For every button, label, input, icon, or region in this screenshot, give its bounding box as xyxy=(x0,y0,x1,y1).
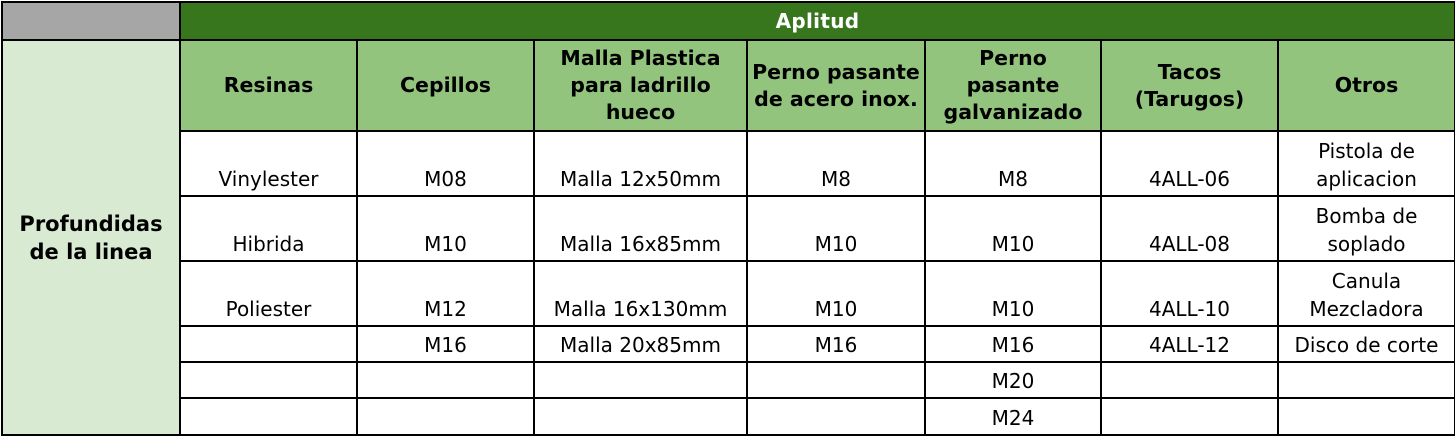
table-cell: 4ALL-06 xyxy=(1100,130,1279,197)
column-header: Otros xyxy=(1277,39,1455,132)
corner-cell xyxy=(1,1,181,41)
table-cell xyxy=(1277,361,1455,399)
column-header: Malla Plastica para ladrillo hueco xyxy=(533,39,748,132)
table-cell: M8 xyxy=(746,130,926,197)
table-cell xyxy=(746,361,926,399)
row-group-title: Profundidas de la linea xyxy=(1,39,181,436)
column-header: Tacos (Tarugos) xyxy=(1100,39,1279,132)
table-cell: M16 xyxy=(924,325,1102,363)
group-title: Aplitud xyxy=(179,1,1455,41)
table-cell xyxy=(1100,397,1279,436)
table-cell: M24 xyxy=(924,397,1102,436)
table-cell xyxy=(356,361,535,399)
table-cell: M10 xyxy=(924,260,1102,327)
table-cell: M10 xyxy=(746,260,926,327)
table-row: Poliester M12 Malla 16x130mm M10 M10 4ALL-10 C… xyxy=(2,260,1455,327)
table-row: Hibrida M10 Malla 16x85mm M10 M10 4ALL-08 Bomb… xyxy=(2,195,1455,262)
product-table: Aplitud Profundidas de la linea Resinas C… xyxy=(1,1,1455,436)
column-header: Cepillos xyxy=(356,39,535,132)
table-cell: Pistola de aplicacion xyxy=(1277,130,1455,197)
column-header: Perno pasante galvanizado xyxy=(924,39,1102,132)
table-cell xyxy=(746,397,926,436)
table-cell: M20 xyxy=(924,361,1102,399)
table-cell: M16 xyxy=(356,325,535,363)
table-cell: M10 xyxy=(924,195,1102,262)
table-cell: Malla 12x50mm xyxy=(533,130,748,197)
table-cell xyxy=(179,361,358,399)
table-row: M16 Malla 20x85mm M16 M16 4ALL-12 Disco de co… xyxy=(2,325,1455,363)
table-cell: Malla 20x85mm xyxy=(533,325,748,363)
table-cell: Malla 16x130mm xyxy=(533,260,748,327)
table-cell: M10 xyxy=(746,195,926,262)
table-row: Vinylester M08 Malla 12x50mm M8 M8 4ALL-06 Pis… xyxy=(2,130,1455,197)
table-cell xyxy=(179,325,358,363)
table-cell xyxy=(533,361,748,399)
table-cell: Malla 16x85mm xyxy=(533,195,748,262)
table-cell xyxy=(179,397,358,436)
column-header: Resinas xyxy=(179,39,358,132)
table-cell: M8 xyxy=(924,130,1102,197)
table-cell xyxy=(533,397,748,436)
table-row: M24 xyxy=(2,397,1455,436)
table-cell: Vinylester xyxy=(179,130,358,197)
table-cell: M08 xyxy=(356,130,535,197)
table-cell xyxy=(356,397,535,436)
table-cell: Poliester xyxy=(179,260,358,327)
table-cell xyxy=(1100,361,1279,399)
table-cell xyxy=(1277,397,1455,436)
table-cell: Disco de corte xyxy=(1277,325,1455,363)
table-cell: M10 xyxy=(356,195,535,262)
column-header: Perno pasante de acero inox. xyxy=(746,39,926,132)
table-cell: M16 xyxy=(746,325,926,363)
table-cell: 4ALL-08 xyxy=(1100,195,1279,262)
table-cell: Hibrida xyxy=(179,195,358,262)
table-cell: 4ALL-10 xyxy=(1100,260,1279,327)
table-cell: Canula Mezcladora xyxy=(1277,260,1455,327)
table-cell: M12 xyxy=(356,260,535,327)
table-cell: 4ALL-12 xyxy=(1100,325,1279,363)
table-row: M20 xyxy=(2,361,1455,399)
table-cell: Bomba de soplado xyxy=(1277,195,1455,262)
